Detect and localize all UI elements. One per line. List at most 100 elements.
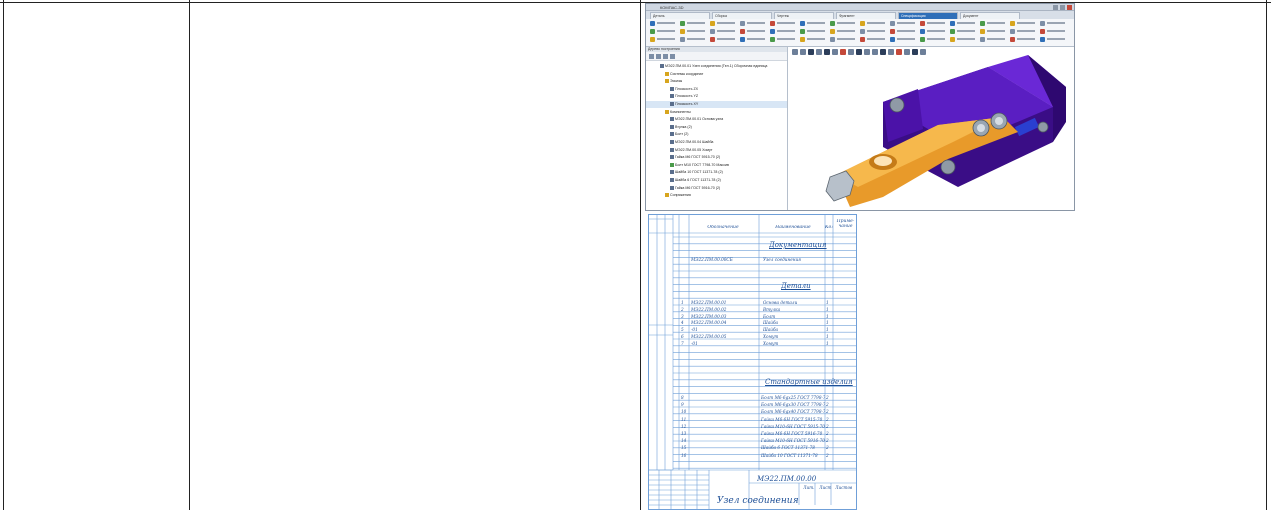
base-nut-right — [1037, 121, 1049, 133]
ribbon-tool-icon[interactable] — [890, 21, 895, 26]
tree-item[interactable]: Плоскость YZ — [646, 93, 787, 100]
ribbon-group — [920, 21, 948, 45]
ribbon-tool-icon[interactable] — [680, 37, 685, 42]
tree-item[interactable]: Сопряжения — [646, 192, 787, 199]
ribbon-tool-label — [927, 38, 945, 40]
table-right-border — [1266, 0, 1267, 510]
search-icon[interactable] — [670, 54, 675, 59]
tree-item[interactable]: Шайба 10 ГОСТ 11371-78 (2) — [646, 169, 787, 176]
cad-tab[interactable]: Фрагмент — [836, 12, 896, 19]
ribbon-tool-icon[interactable] — [950, 37, 955, 42]
tree-item[interactable]: Втулка (2) — [646, 124, 787, 131]
folder-icon — [665, 71, 669, 76]
ribbon-tool-icon[interactable] — [710, 29, 715, 34]
ribbon-tool-icon[interactable] — [980, 21, 985, 26]
ribbon-tool-icon[interactable] — [770, 29, 775, 34]
assembly-3d-model[interactable] — [788, 47, 1075, 211]
ribbon-tool-label — [807, 22, 825, 24]
ribbon-tool-icon[interactable] — [740, 37, 745, 42]
ribbon-tool-icon[interactable] — [890, 29, 895, 34]
ribbon-tool-icon[interactable] — [980, 29, 985, 34]
part-row-qty: 1 — [826, 334, 829, 339]
tree-item[interactable]: Эскизы — [646, 78, 787, 85]
ribbon-tool-label — [807, 30, 825, 32]
ribbon-tool-label — [1047, 22, 1065, 24]
ribbon-tool-icon[interactable] — [740, 21, 745, 26]
ribbon-tool-icon[interactable] — [860, 29, 865, 34]
ribbon-tool-icon[interactable] — [920, 37, 925, 42]
section-parts: Детали — [781, 282, 811, 290]
ribbon-tool-icon[interactable] — [950, 29, 955, 34]
ribbon-tool-icon[interactable] — [650, 29, 655, 34]
filter-icon[interactable] — [649, 54, 654, 59]
tree-item[interactable]: Компоненты — [646, 109, 787, 116]
ribbon-tool-icon[interactable] — [890, 37, 895, 42]
ribbon-tool-icon[interactable] — [1010, 29, 1015, 34]
ribbon-tool-icon[interactable] — [1040, 29, 1045, 34]
ribbon-tool-label — [747, 30, 765, 32]
ribbon-tool-icon[interactable] — [710, 37, 715, 42]
tree-item[interactable]: МЭ22.ПМ.00.04 Шайба — [646, 139, 787, 146]
cad-tab[interactable]: Документ — [960, 12, 1020, 19]
ribbon-tool-icon[interactable] — [980, 37, 985, 42]
ribbon-tool-label — [687, 38, 705, 40]
ribbon-group — [950, 21, 978, 45]
tree-item[interactable]: МЭ22.ПМ.00.01 Основа узла — [646, 116, 787, 123]
ribbon-tool-icon[interactable] — [920, 29, 925, 34]
part-row-designation: -01 — [691, 327, 698, 333]
component-icon — [670, 147, 674, 152]
ribbon-tool-icon[interactable] — [1040, 37, 1045, 42]
ribbon-tool-icon[interactable] — [830, 21, 835, 26]
ribbon-tool-icon[interactable] — [650, 21, 655, 26]
cad-tab[interactable]: Деталь — [650, 12, 710, 19]
ribbon-tool-icon[interactable] — [650, 37, 655, 42]
ribbon-tool-icon[interactable] — [800, 29, 805, 34]
tree-item[interactable]: Гайка М6 ГОСТ 5915-70 (2) — [646, 154, 787, 161]
minimize-icon[interactable] — [1053, 5, 1058, 10]
ribbon-group — [890, 21, 918, 45]
ribbon-tool-icon[interactable] — [770, 37, 775, 42]
cad-ribbon — [646, 19, 1074, 47]
ribbon-tool-icon[interactable] — [1010, 21, 1015, 26]
section-standard-items: Стандартные изделия — [765, 378, 853, 386]
cad-tab[interactable]: Сборка — [712, 12, 772, 19]
close-icon[interactable] — [1067, 5, 1072, 10]
tree-item[interactable]: Плоскость ZX — [646, 86, 787, 93]
tree-item[interactable]: Болт М10 ГОСТ 7798-70 Массив — [646, 162, 787, 169]
component-icon — [670, 185, 674, 190]
maximize-icon[interactable] — [1060, 5, 1065, 10]
tree-item[interactable]: Шайба 6 ГОСТ 11371-78 (2) — [646, 177, 787, 184]
collapse-icon[interactable] — [663, 54, 668, 59]
std-row-qty: 2 — [826, 431, 829, 436]
ribbon-tool-icon[interactable] — [800, 37, 805, 42]
expand-icon[interactable] — [656, 54, 661, 59]
ribbon-tool-label — [957, 30, 975, 32]
tree-item[interactable]: Системы координат — [646, 71, 787, 78]
tree-item[interactable]: Гайка М6 ГОСТ 5916-70 (2) — [646, 185, 787, 192]
tree-item[interactable]: МЭ22.ПМ.00.05 Хомут — [646, 147, 787, 154]
tree-item[interactable]: Болт (2) — [646, 131, 787, 138]
ribbon-tool-icon[interactable] — [1010, 37, 1015, 42]
ribbon-tool-icon[interactable] — [920, 21, 925, 26]
std-row-name: Шайба 10 ГОСТ 11371-78 — [761, 452, 818, 458]
ribbon-tool-icon[interactable] — [710, 21, 715, 26]
ribbon-tool-icon[interactable] — [770, 21, 775, 26]
ribbon-tool-icon[interactable] — [830, 37, 835, 42]
ribbon-tool-icon[interactable] — [1040, 21, 1045, 26]
ribbon-tool-icon[interactable] — [740, 29, 745, 34]
ribbon-tool-icon[interactable] — [800, 21, 805, 26]
std-row-name: Болт М6-6gx25 ГОСТ 7798-70 — [761, 395, 825, 400]
tree-item-label: Болт (2) — [675, 132, 689, 137]
tree-item[interactable]: МЭ22.ПМ.00.01 Узел соединения (Тел.1) Сб… — [646, 63, 787, 70]
ribbon-tool-icon[interactable] — [680, 21, 685, 26]
cad-tab[interactable]: Чертеж — [774, 12, 834, 19]
ribbon-tool-icon[interactable] — [860, 37, 865, 42]
tree-item[interactable]: Плоскость XY — [646, 101, 787, 108]
cad-tab[interactable]: Спецификация — [898, 12, 958, 19]
ribbon-tool-icon[interactable] — [860, 21, 865, 26]
ribbon-tool-icon[interactable] — [830, 29, 835, 34]
ribbon-tool-icon[interactable] — [680, 29, 685, 34]
model-viewport[interactable] — [788, 47, 1074, 210]
ribbon-tool-icon[interactable] — [950, 21, 955, 26]
std-row-name: Шайба 6 ГОСТ 11371-78 — [761, 445, 815, 451]
